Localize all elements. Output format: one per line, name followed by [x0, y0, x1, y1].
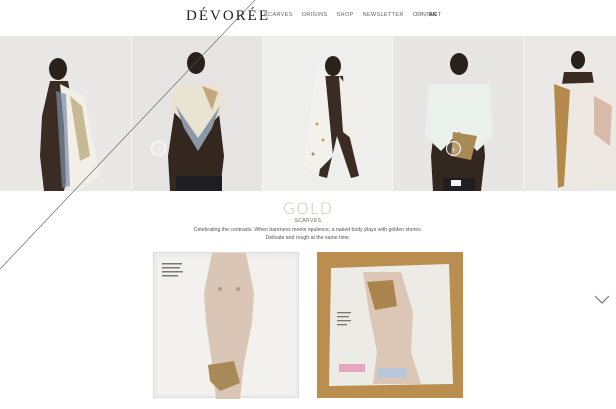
nav-item-shop[interactable]: SHOP	[336, 12, 353, 18]
main-nav: SCARVES ORIGINS SHOP NEWSLETTER CONTACT	[264, 12, 442, 18]
hero-photo-1	[0, 36, 131, 191]
nav-item-scarves[interactable]: SCARVES	[264, 12, 293, 18]
product-scarf-1[interactable]	[153, 252, 299, 399]
lang-fr[interactable]: FR	[416, 12, 423, 18]
nav-item-origins[interactable]: ORIGINS	[302, 12, 328, 18]
collection-title: GOLD	[282, 199, 334, 218]
language-switcher: FR | EN	[416, 12, 437, 18]
product-scarf-2[interactable]	[317, 252, 463, 398]
hero-photo-5	[523, 36, 616, 191]
lang-en[interactable]: EN	[429, 12, 437, 18]
site-header: DÉVORÉE SCARVES ORIGINS SHOP NEWSLETTER …	[0, 0, 616, 36]
arrow-right-icon[interactable]: ›	[446, 141, 461, 156]
hero-carousel[interactable]: ‹ ›	[0, 36, 616, 191]
lang-separator: |	[425, 12, 427, 18]
chevron-down-icon[interactable]	[594, 295, 610, 305]
nav-item-newsletter[interactable]: NEWSLETTER	[363, 12, 404, 18]
collection-description: Celebrating the contrasts. When bareness…	[193, 227, 423, 241]
hero-photo-2	[131, 36, 262, 191]
collection-subtitle: SCARVES	[294, 218, 322, 224]
hero-photo-4	[392, 36, 523, 191]
hero-photo-3	[262, 36, 392, 191]
brand-logo[interactable]: DÉVORÉE	[186, 8, 270, 25]
arrow-left-icon[interactable]: ‹	[151, 141, 166, 156]
